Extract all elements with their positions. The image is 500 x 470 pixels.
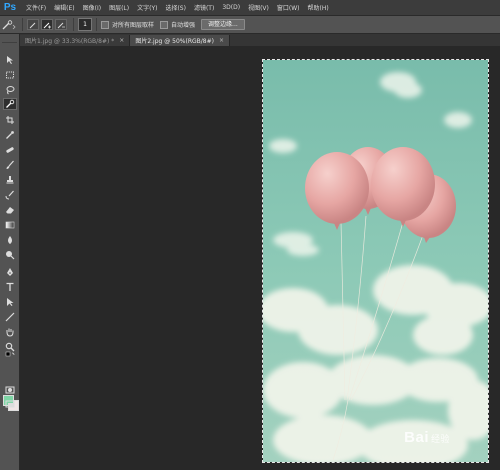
new-selection-button[interactable] — [27, 19, 39, 30]
sample-all-layers-label: 对所有图层取样 — [112, 22, 155, 29]
type-icon[interactable] — [3, 281, 17, 293]
menu-layer[interactable]: 图层(L) — [109, 3, 129, 12]
brush-icon[interactable] — [3, 159, 17, 171]
eraser-icon[interactable] — [3, 204, 17, 216]
tab-image1[interactable]: 图片1.jpg @ 33.3%(RGB/8#) * × — [20, 35, 131, 46]
menu-file[interactable]: 文件(F) — [26, 3, 46, 12]
toolbox — [0, 34, 20, 470]
document-image[interactable]: Bai 经验 — [262, 59, 489, 463]
blur-icon[interactable] — [3, 234, 17, 246]
history-brush-icon[interactable] — [3, 189, 17, 201]
quick-selection-icon[interactable] — [3, 98, 17, 110]
tool-preset-picker[interactable] — [0, 18, 18, 32]
menu-view[interactable]: 视图(V) — [248, 3, 269, 12]
refine-edge-button[interactable]: 调整边缘... — [201, 19, 245, 30]
quick-mask-icon[interactable] — [3, 384, 17, 396]
menu-bar: Ps 文件(F) 编辑(E) 图像(I) 图层(L) 文字(Y) 选择(S) 滤… — [0, 0, 500, 16]
move-icon[interactable] — [3, 54, 17, 66]
add-to-selection-button[interactable] — [41, 19, 53, 30]
rectangle-icon[interactable] — [3, 311, 17, 323]
auto-enhance-label: 自动增强 — [171, 22, 196, 29]
clone-stamp-icon[interactable] — [3, 174, 17, 186]
hand-icon[interactable] — [3, 326, 17, 338]
sample-all-layers-checkbox[interactable]: 对所有图层取样 — [101, 20, 154, 29]
watermark-suffix: 经验 — [430, 434, 450, 444]
gradient-icon[interactable] — [3, 219, 17, 231]
photoshop-logo: Ps — [3, 1, 17, 13]
brush-size-value: 1 — [83, 21, 87, 28]
menu-help[interactable]: 帮助(H) — [308, 3, 329, 12]
eyedropper-icon[interactable] — [3, 129, 17, 141]
marquee-icon[interactable] — [3, 69, 17, 81]
tab-label: 图片2.jpg @ 50%(RGB/8#) — [135, 38, 214, 45]
menu-image[interactable]: 图像(I) — [83, 3, 101, 12]
menu-edit[interactable]: 编辑(E) — [54, 3, 74, 12]
menu-type[interactable]: 文字(Y) — [137, 3, 157, 12]
menu-window[interactable]: 窗口(W) — [277, 3, 300, 12]
auto-enhance-checkbox[interactable]: 自动增强 — [160, 20, 195, 29]
brush-new-icon — [29, 22, 36, 28]
separator — [73, 18, 74, 31]
subtract-from-selection-button[interactable] — [55, 19, 67, 30]
path-selection-icon[interactable] — [3, 296, 17, 308]
quick-selection-icon — [2, 19, 16, 29]
separator — [96, 18, 97, 31]
close-icon[interactable]: × — [219, 37, 224, 44]
crop-icon[interactable] — [3, 114, 17, 126]
close-icon[interactable]: × — [119, 37, 124, 44]
brush-subtract-icon — [57, 22, 65, 28]
dodge-icon[interactable] — [3, 249, 17, 261]
healing-brush-icon[interactable] — [3, 144, 17, 156]
watermark-text: Bai — [404, 429, 429, 446]
menu-3d[interactable]: 3D(D) — [222, 4, 240, 11]
watermark: Bai 经验 — [404, 429, 450, 446]
tab-image2[interactable]: 图片2.jpg @ 50%(RGB/8#) × — [130, 35, 230, 46]
tab-label: 图片1.jpg @ 33.3%(RGB/8#) * — [25, 38, 115, 45]
brush-add-icon — [43, 22, 51, 28]
checkbox-box[interactable] — [160, 20, 169, 29]
brush-size-picker[interactable]: 1 — [78, 18, 92, 31]
toolbox-grip[interactable] — [2, 34, 17, 43]
menu-filter[interactable]: 滤镜(T) — [194, 3, 214, 12]
lasso-icon[interactable] — [3, 84, 17, 96]
menu-select[interactable]: 选择(S) — [165, 3, 186, 12]
balloons-photo — [263, 60, 488, 462]
default-colors-icon[interactable] — [3, 351, 17, 360]
separator — [22, 18, 23, 31]
checkbox-box[interactable] — [101, 20, 109, 29]
options-bar: 1 对所有图层取样 自动增强 调整边缘... — [0, 16, 500, 34]
screen-mode-icon[interactable] — [3, 398, 17, 410]
pen-icon[interactable] — [3, 266, 17, 278]
document-tab-bar: 图片1.jpg @ 33.3%(RGB/8#) * × 图片2.jpg @ 50… — [20, 34, 500, 46]
